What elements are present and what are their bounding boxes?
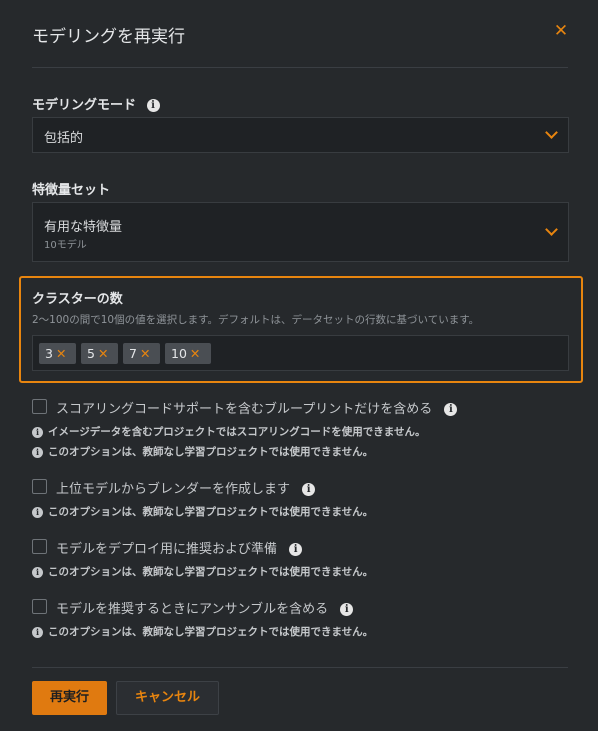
option-note: i このオプションは、教師なし学習プロジェクトでは使用できません。 (32, 624, 373, 639)
modeling-mode-label-text: モデリングモード (32, 98, 137, 113)
cluster-count-hint: 2〜100の間で10個の値を選択します。デフォルトは、データセットの行数に基づい… (32, 314, 480, 326)
note-text: このオプションは、教師なし学習プロジェクトでは使用できません。 (48, 506, 374, 518)
cluster-tag: 5 ✕ (81, 343, 118, 364)
footer-divider (32, 667, 568, 668)
rerun-modeling-dialog: モデリングを再実行 ✕ モデリングモード i 包括的 特徴量セット 有用な特徴量… (0, 0, 598, 731)
scoring-code-option: スコアリングコードサポートを含むブループリントだけを含める i (56, 398, 458, 417)
feature-set-select[interactable]: 有用な特徴量 10モデル (32, 202, 569, 262)
remove-tag-icon[interactable]: ✕ (140, 346, 150, 361)
info-icon[interactable]: i (444, 403, 458, 416)
info-icon: i (32, 507, 43, 518)
cluster-tag: 7 ✕ (123, 343, 160, 364)
option-label: モデルを推奨するときにアンサンブルを含める (56, 602, 329, 617)
option-note: i このオプションは、教師なし学習プロジェクトでは使用できません。 (32, 564, 373, 579)
dialog-title: モデリングを再実行 (32, 27, 185, 47)
ensemble-checkbox[interactable] (32, 599, 47, 614)
tag-value: 5 (87, 346, 95, 361)
tag-value: 7 (129, 346, 137, 361)
feature-set-label: 特徴量セット (32, 183, 111, 198)
cluster-tag: 10 ✕ (165, 343, 211, 364)
close-icon[interactable]: ✕ (553, 23, 569, 40)
remove-tag-icon[interactable]: ✕ (56, 346, 66, 361)
tag-value: 10 (171, 346, 187, 361)
deploy-recommend-checkbox[interactable] (32, 539, 47, 554)
option-note: i このオプションは、教師なし学習プロジェクトでは使用できません。 (32, 444, 373, 459)
blender-option: 上位モデルからブレンダーを作成します i (56, 478, 316, 497)
rerun-button[interactable]: 再実行 (32, 681, 107, 715)
note-text: このオプションは、教師なし学習プロジェクトでは使用できません。 (48, 446, 374, 458)
note-text: このオプションは、教師なし学習プロジェクトでは使用できません。 (48, 566, 374, 578)
option-label: 上位モデルからブレンダーを作成します (56, 482, 291, 497)
note-text: イメージデータを含むプロジェクトではスコアリングコードを使用できません。 (48, 426, 426, 438)
modeling-mode-label: モデリングモード i (32, 94, 160, 113)
option-label: スコアリングコードサポートを含むブループリントだけを含める (56, 402, 433, 417)
info-icon[interactable]: i (289, 543, 303, 556)
info-icon: i (32, 567, 43, 578)
ensemble-option: モデルを推奨するときにアンサンブルを含める i (56, 598, 354, 617)
chevron-down-icon (545, 223, 558, 236)
option-note: i イメージデータを含むプロジェクトではスコアリングコードを使用できません。 (32, 424, 425, 439)
info-icon[interactable]: i (340, 603, 354, 616)
feature-set-subtext: 10モデル (44, 240, 87, 251)
cluster-count-label: クラスターの数 (32, 292, 123, 307)
tag-value: 3 (45, 346, 53, 361)
info-icon[interactable]: i (302, 483, 316, 496)
remove-tag-icon[interactable]: ✕ (98, 346, 108, 361)
cluster-tag: 3 ✕ (39, 343, 76, 364)
cancel-button[interactable]: キャンセル (116, 681, 219, 715)
feature-set-value: 有用な特徴量 (44, 220, 123, 235)
info-icon: i (32, 627, 43, 638)
chevron-down-icon (545, 126, 558, 139)
info-icon: i (32, 447, 43, 458)
deploy-recommend-option: モデルをデプロイ用に推奨および準備 i (56, 538, 303, 557)
option-note: i このオプションは、教師なし学習プロジェクトでは使用できません。 (32, 504, 373, 519)
modeling-mode-value: 包括的 (44, 131, 84, 146)
header-divider (32, 67, 568, 68)
remove-tag-icon[interactable]: ✕ (190, 346, 200, 361)
info-icon: i (32, 427, 43, 438)
option-label: モデルをデプロイ用に推奨および準備 (56, 542, 278, 557)
info-icon[interactable]: i (146, 99, 160, 112)
scoring-code-checkbox[interactable] (32, 399, 47, 414)
cluster-count-input[interactable]: 3 ✕ 5 ✕ 7 ✕ 10 ✕ (32, 335, 569, 371)
note-text: このオプションは、教師なし学習プロジェクトでは使用できません。 (48, 626, 374, 638)
modeling-mode-select[interactable]: 包括的 (32, 117, 569, 153)
blender-checkbox[interactable] (32, 479, 47, 494)
